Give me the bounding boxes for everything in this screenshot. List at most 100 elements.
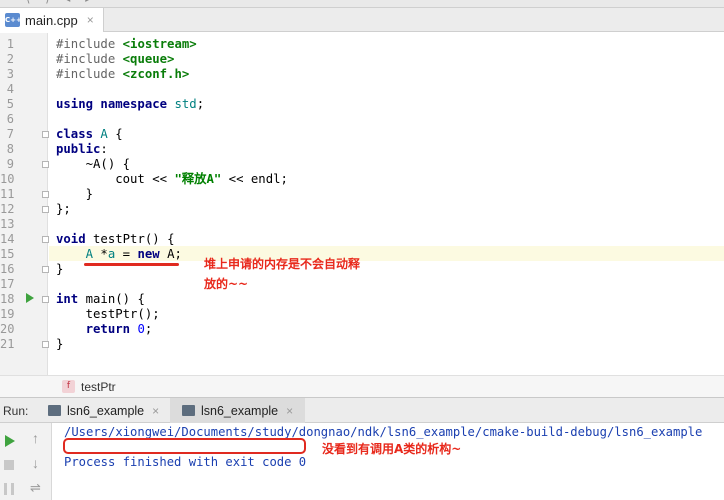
line-number-gutter: 1 2 3 4 5 6 7 8 9 10 11 12 13 14 15 16 17 18 19 20 21 (0, 33, 49, 375)
code-line: #include <iostream> (56, 37, 197, 52)
code-token: * (93, 247, 108, 261)
code-token: int (56, 292, 86, 306)
code-token: #include (56, 52, 123, 66)
console-icon (182, 405, 195, 416)
nav-arrows[interactable]: ⟨ ⟩ ◂ ▸ (26, 0, 186, 6)
run-tab-1[interactable]: lsn6_example × (48, 398, 168, 423)
fold-marker-icon[interactable] (42, 341, 49, 348)
code-line: A *a = new A; (56, 247, 182, 262)
code-token: ; (144, 322, 153, 336)
fold-marker-icon[interactable] (42, 191, 49, 198)
run-tab-2[interactable]: lsn6_example × (170, 398, 305, 423)
code-token: : (100, 142, 108, 156)
scroll-up-icon[interactable]: ↑ (32, 430, 39, 446)
annotation-underline (84, 263, 179, 266)
line-number: 3 (6, 67, 14, 81)
line-number: 9 (6, 157, 14, 171)
code-token: cout << (56, 172, 175, 186)
code-token: new (137, 247, 168, 261)
run-console[interactable]: /Users/xiongwei/Documents/study/dongnao/… (53, 423, 724, 500)
line-number: 14 (0, 232, 15, 246)
code-line: int main() { (56, 292, 145, 307)
code-token: ~A() { (56, 157, 131, 171)
code-token: } (56, 187, 94, 201)
code-line: public: (56, 142, 108, 157)
code-editor[interactable]: 1 2 3 4 5 6 7 8 9 10 11 12 13 14 15 16 17 18 19 20 21 #inclu… (0, 33, 724, 375)
code-token: } (56, 262, 64, 276)
editor-tab-main-cpp[interactable]: C++ main.cpp × (0, 8, 104, 32)
line-number: 8 (6, 142, 14, 156)
code-token: void (56, 232, 94, 246)
line-number: 6 (6, 112, 14, 126)
line-number: 2 (6, 52, 14, 66)
code-token: << endl; (221, 172, 288, 186)
code-token: <queue> (122, 52, 175, 66)
fold-marker-icon[interactable] (42, 266, 49, 273)
close-icon[interactable]: × (87, 13, 94, 27)
code-token: testPtr(); (56, 307, 160, 321)
fold-marker-icon[interactable] (42, 206, 49, 213)
line-number: 5 (6, 97, 14, 111)
rerun-icon[interactable] (5, 435, 15, 447)
line-number: 10 (0, 172, 15, 186)
function-breadcrumb: f testPtr (0, 375, 724, 397)
code-token: public (56, 142, 101, 156)
run-tab-label: lsn6_example (67, 403, 145, 418)
code-token: <iostream> (122, 37, 197, 51)
code-token: ; (196, 97, 205, 111)
code-token: A (85, 247, 94, 261)
code-line: } (56, 262, 63, 277)
editor-tab-filename: main.cpp (25, 12, 78, 28)
fold-marker-icon[interactable] (42, 296, 49, 303)
line-number: 17 (0, 277, 15, 291)
function-icon: f (62, 380, 75, 393)
line-number: 1 (6, 37, 14, 51)
editor-tab-strip: C++ main.cpp × (0, 8, 724, 32)
code-token: #include (56, 67, 123, 81)
close-icon[interactable]: × (152, 404, 159, 418)
code-token: "释放A" (174, 172, 222, 186)
code-line: class A { (56, 127, 123, 142)
annotation-heap-memory: 堆上申请的内存是不会自动释放的~~ (204, 257, 361, 291)
run-panel-header: Run: lsn6_example × lsn6_example × (0, 397, 724, 423)
code-line: } (56, 337, 63, 352)
line-number: 4 (6, 82, 14, 96)
code-token: 0 (137, 322, 145, 336)
code-line: return 0; (56, 322, 153, 337)
line-number: 21 (0, 337, 15, 351)
stop-icon[interactable] (4, 460, 14, 470)
code-token: }; (56, 202, 71, 216)
code-token: std (174, 97, 197, 111)
code-token: A (100, 127, 108, 141)
code-token: } (56, 337, 64, 351)
code-token: return (85, 322, 138, 336)
pause-icon[interactable] (4, 483, 14, 495)
code-token: main() { (85, 292, 145, 306)
fold-marker-icon[interactable] (42, 236, 49, 243)
line-number: 12 (0, 202, 15, 216)
soft-wrap-icon[interactable]: ⇌ (30, 480, 41, 496)
fold-marker-icon[interactable] (42, 131, 49, 138)
code-line: cout << "释放A" << endl; (56, 172, 288, 187)
console-icon (48, 405, 61, 416)
run-toolbar: ↑ ↓ ⇌ (0, 423, 52, 500)
line-number: 15 (0, 247, 15, 261)
run-main-gutter-icon[interactable] (26, 293, 34, 303)
line-number: 19 (0, 307, 15, 321)
code-token: = (115, 247, 138, 261)
close-icon[interactable]: × (286, 404, 293, 418)
code-token: using namespace (56, 97, 175, 111)
window-topbar: ⟨ ⟩ ◂ ▸ (0, 0, 724, 8)
line-number: 18 (0, 292, 15, 306)
code-line: }; (56, 202, 71, 217)
annotation-no-destructor: 没看到有调用A类的析构~ (322, 442, 462, 456)
code-token: #include (56, 37, 123, 51)
line-number: 7 (6, 127, 14, 141)
fold-marker-icon[interactable] (42, 161, 49, 168)
line-number: 16 (0, 262, 15, 276)
breadcrumb-function-name[interactable]: testPtr (81, 380, 116, 394)
scroll-down-icon[interactable]: ↓ (32, 455, 39, 471)
code-token: testPtr() { (93, 232, 175, 246)
